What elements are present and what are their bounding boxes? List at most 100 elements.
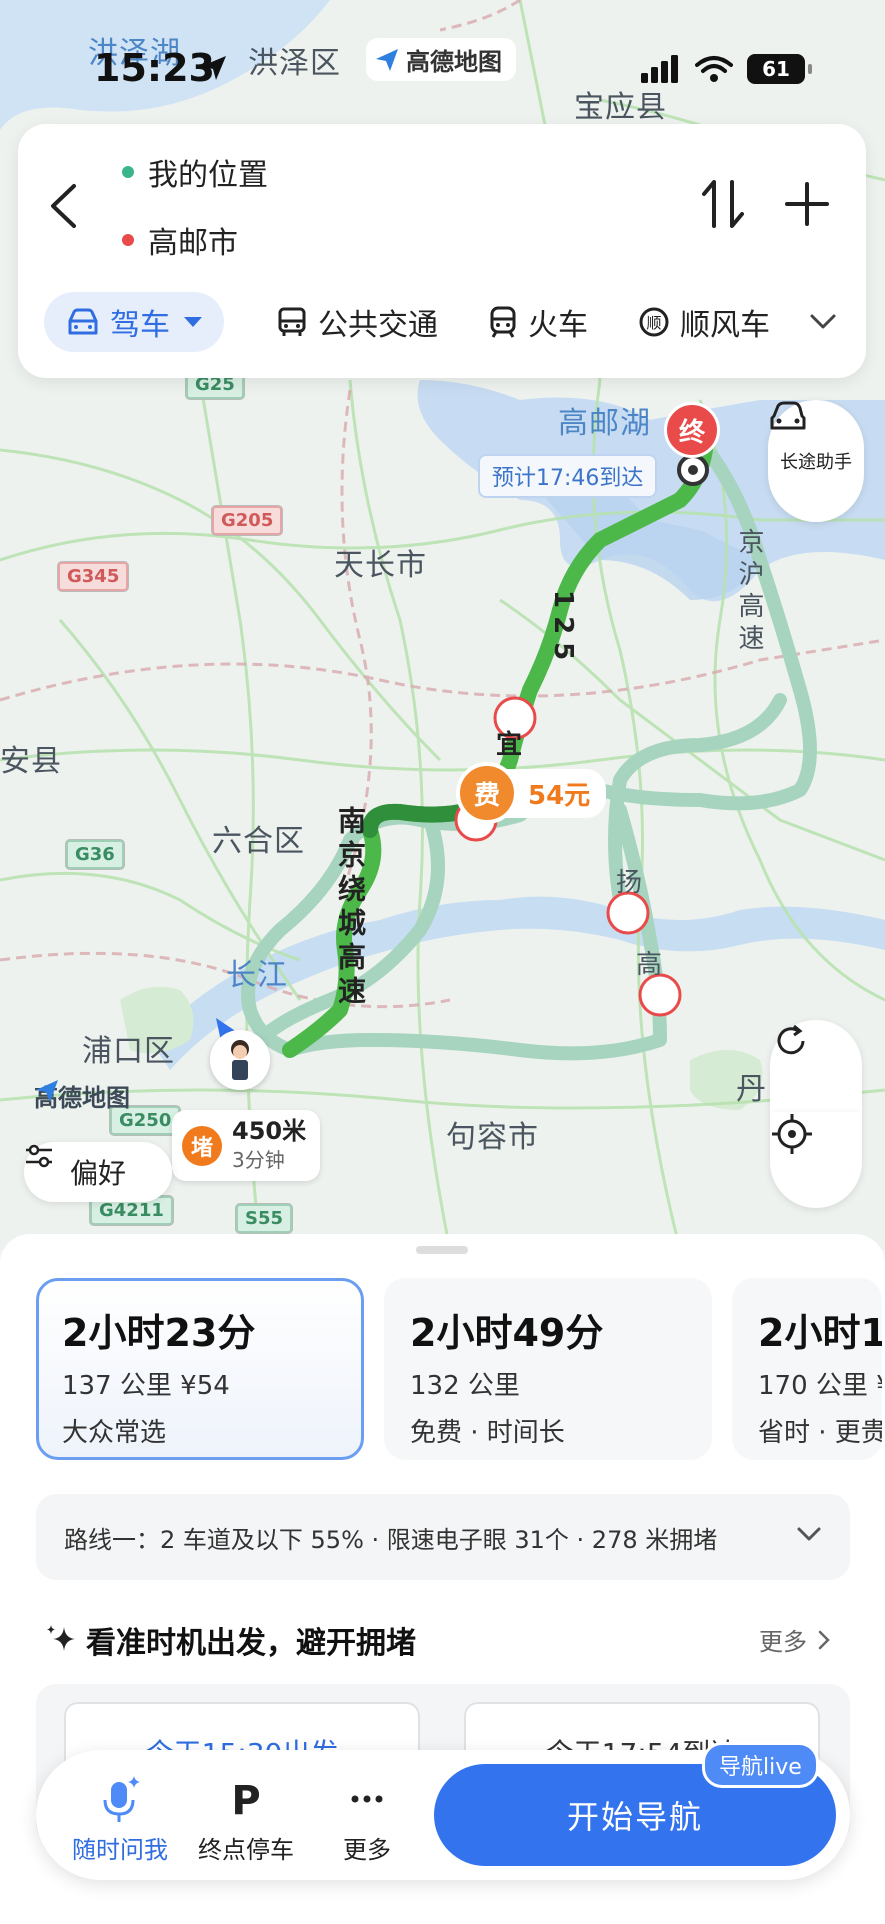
swap-button[interactable]: [700, 176, 756, 236]
jam-icon: 堵: [182, 1125, 222, 1166]
route-card-2[interactable]: 2小时49分 132 公里 免费 · 时间长: [384, 1278, 712, 1460]
route-meta: 170 公里 ¥: [758, 1371, 882, 1401]
tab-drive-label: 驾车: [110, 308, 170, 343]
shield-g36: G36: [66, 840, 124, 869]
chevron-left-icon: [51, 184, 76, 228]
destination-parking-button[interactable]: P 终点停车: [191, 1774, 301, 1865]
nav-live-badge[interactable]: 导航live: [702, 1742, 819, 1788]
caret-down-icon: [184, 317, 202, 327]
tab-transit-label: 公共交通: [318, 308, 438, 343]
tab-train[interactable]: 火车: [472, 292, 604, 352]
eta-tag: 预计17:46到达: [478, 454, 658, 498]
jam-distance: 450米: [232, 1117, 307, 1145]
battery-indicator: 61: [747, 54, 812, 84]
map-label-an-county: 安县: [0, 744, 62, 779]
long-trip-assistant-button[interactable]: 长途助手: [768, 400, 864, 522]
train-icon: [490, 306, 516, 338]
refresh-icon: [777, 1024, 805, 1055]
map-label-gaoyou-lake: 高邮湖: [558, 406, 651, 441]
avatar-figure-icon: [231, 1040, 249, 1080]
crosshair-icon: [772, 1114, 812, 1154]
parking-icon: P: [231, 1778, 260, 1824]
map-label-jinghu-expressway: 京沪高速: [734, 528, 764, 656]
map-label-pukou: 浦口区: [82, 1034, 175, 1069]
user-avatar: [210, 1030, 270, 1090]
map-label-jurong: 句容市: [446, 1120, 539, 1155]
destination-field[interactable]: 高邮市: [122, 218, 238, 262]
chevron-down-icon[interactable]: [808, 312, 838, 332]
status-bar: 15:23 高德地图 61: [0, 0, 885, 120]
map-label-expressway-char: 宜: [496, 730, 524, 760]
route-time: 2小时23分: [62, 1311, 256, 1355]
origin-dot-icon: [122, 166, 134, 178]
location-arrow-icon: [202, 56, 226, 80]
long-trip-label: 长途助手: [780, 452, 852, 473]
sliders-icon: [26, 1144, 52, 1168]
swap-arrows-icon: [702, 180, 744, 228]
toll-tag[interactable]: 费 54元: [456, 762, 607, 824]
preference-button[interactable]: 偏好: [24, 1142, 172, 1202]
shield-g205: G205: [212, 506, 283, 535]
shield-g345: G345: [58, 562, 129, 591]
route-search-card: 我的位置 高邮市 驾车 公共交通 火车 顺 顺风车: [18, 124, 866, 378]
amap-logo-icon: [36, 1080, 58, 1102]
amap-logo-icon: [376, 48, 398, 71]
route-tag: 省时 · 更贵: [758, 1418, 882, 1448]
timing-more-label: 更多: [759, 1628, 807, 1656]
tab-transit[interactable]: 公共交通: [260, 292, 454, 352]
departure-timing-heading: 看准时机出发，避开拥堵: [44, 1618, 416, 1662]
status-icons: 61: [641, 54, 812, 84]
more-dots-icon: [351, 1795, 383, 1803]
route-time: 2小时1: [758, 1311, 882, 1355]
bus-icon: [278, 307, 306, 336]
jam-tag[interactable]: 堵 450米 3分钟: [172, 1110, 321, 1182]
svg-text:顺: 顺: [646, 314, 661, 332]
more-actions-button[interactable]: 更多: [312, 1774, 422, 1865]
chevron-right-icon: [818, 1630, 830, 1649]
panel-drag-handle[interactable]: [416, 1246, 468, 1254]
transport-mode-tabs: 驾车 公共交通 火车 顺 顺风车: [44, 292, 786, 352]
preference-label: 偏好: [69, 1157, 126, 1190]
route-details[interactable]: 路线一：2 车道及以下 55% · 限速电子眼 31个 · 278 米拥堵: [36, 1494, 850, 1580]
wifi-icon: [695, 56, 733, 82]
rideshare-icon: 顺: [639, 307, 669, 337]
add-waypoint-button[interactable]: [782, 176, 838, 236]
jam-duration: 3分钟: [232, 1148, 285, 1173]
sparkle-icon: [47, 1625, 75, 1651]
route-options: 2小时23分 137 公里 ¥54 大众常选 2小时49分 132 公里 免费 …: [36, 1278, 882, 1460]
status-time: 15:23: [94, 46, 215, 90]
route-tag: 大众常选: [62, 1418, 167, 1448]
tab-rideshare[interactable]: 顺 顺风车: [622, 292, 786, 352]
refresh-route-button[interactable]: [770, 1020, 862, 1112]
chevron-down-icon: [797, 1527, 821, 1541]
timing-more-link[interactable]: 更多: [759, 1622, 831, 1657]
tab-train-label: 火车: [528, 308, 588, 343]
timing-title: 看准时机出发，避开拥堵: [86, 1626, 416, 1661]
top-brand-label: 高德地图: [406, 48, 502, 76]
locate-me-button[interactable]: [770, 1112, 862, 1208]
route-meta: 137 公里 ¥54: [62, 1371, 230, 1401]
map-label-yang: 扬: [616, 868, 644, 898]
map-label-luhe: 六合区: [212, 824, 305, 859]
destination-marker[interactable]: 终: [664, 402, 720, 458]
tab-drive[interactable]: 驾车: [44, 292, 224, 352]
destination-dot-icon: [122, 234, 134, 246]
route-card-1[interactable]: 2小时23分 137 公里 ¥54 大众常选: [36, 1278, 364, 1460]
svg-text:P: P: [231, 1778, 260, 1824]
car-assistant-icon: [770, 401, 806, 430]
route-time: 2小时49分: [410, 1311, 604, 1355]
tab-rideshare-label: 顺风车: [680, 308, 770, 343]
toll-icon: 费: [456, 762, 518, 824]
back-button[interactable]: [48, 176, 88, 236]
more-actions-label: 更多: [343, 1836, 391, 1864]
origin-field[interactable]: 我的位置: [122, 150, 268, 194]
route-meta: 132 公里: [410, 1371, 520, 1401]
route-details-text: 路线一：2 车道及以下 55% · 限速电子眼 31个 · 278 米拥堵: [64, 1525, 718, 1554]
ask-assistant-button[interactable]: 随时问我: [65, 1774, 175, 1865]
route-card-3[interactable]: 2小时1 170 公里 ¥ 省时 · 更贵: [732, 1278, 882, 1460]
origin-label: 我的位置: [148, 158, 268, 193]
map-brand-watermark: 高德地图: [34, 1078, 130, 1113]
shield-s55: S55: [236, 1204, 293, 1233]
route-tag: 免费 · 时间长: [410, 1418, 565, 1448]
map-label-nanjing-ring-expressway: 南京绕城高速: [334, 806, 367, 1010]
